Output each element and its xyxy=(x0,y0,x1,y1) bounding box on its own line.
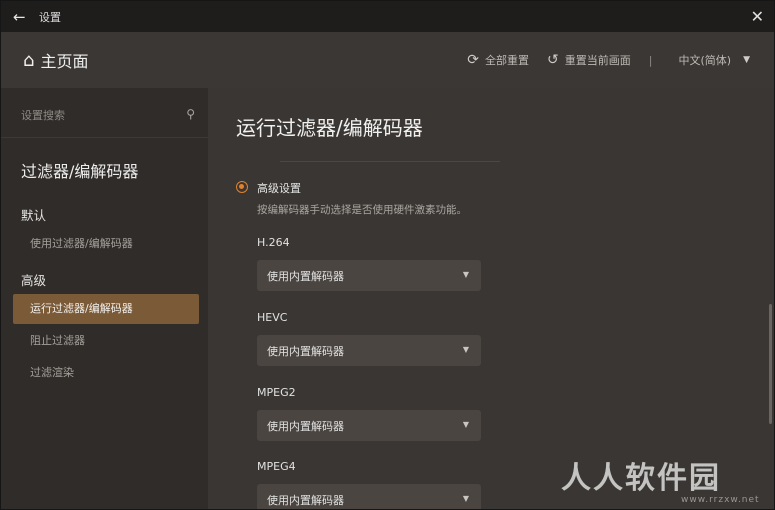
sidebar-section-title: 过滤器/编解码器 xyxy=(21,162,139,181)
sidebar-item-run-filters[interactable]: 运行过滤器/编解码器 xyxy=(13,294,199,324)
language-select[interactable]: 中文(简体) ▼ xyxy=(678,52,750,68)
sidebar-item-filter-render[interactable]: 过滤渲染 xyxy=(13,358,199,388)
advanced-settings-radio[interactable] xyxy=(236,181,248,193)
title-divider xyxy=(280,161,500,162)
reset-all-button[interactable]: ⟳ 全部重置 xyxy=(467,52,529,68)
codec-select-hevc[interactable]: 使用内置解码器 ▼ xyxy=(257,335,481,366)
advanced-settings-description: 按编解码器手动选择是否使用硬件激素功能。 xyxy=(257,204,467,216)
search-input[interactable]: 设置搜索 ⚲ xyxy=(21,104,197,126)
sidebar-item-use-filters[interactable]: 使用过滤器/编解码器 xyxy=(13,229,199,259)
codec-select-mpeg4[interactable]: 使用内置解码器 ▼ xyxy=(257,484,481,509)
refresh-icon: ⟳ xyxy=(467,52,480,68)
sidebar-item-block-filters[interactable]: 阻止过滤器 xyxy=(13,326,199,356)
codec-label-mpeg4: MPEG4 xyxy=(257,460,296,473)
codec-select-value: 使用内置解码器 xyxy=(267,344,344,358)
reset-icon: ↺ xyxy=(547,52,559,68)
back-arrow-icon[interactable]: ← xyxy=(13,8,31,26)
codec-select-value: 使用内置解码器 xyxy=(267,269,344,283)
title-bar: ← 设置 ✕ xyxy=(1,1,774,32)
sidebar-divider xyxy=(1,137,208,138)
advanced-settings-label: 高级设置 xyxy=(257,182,301,195)
header-separator: | xyxy=(648,53,653,67)
chevron-down-icon: ▼ xyxy=(743,55,750,65)
chevron-down-icon: ▼ xyxy=(462,270,469,279)
search-icon[interactable]: ⚲ xyxy=(186,107,195,121)
header-actions: ⟳ 全部重置 ↺ 重置当前画面 | 中文(简体) ▼ xyxy=(449,32,750,88)
sidebar: 设置搜索 ⚲ 过滤器/编解码器 默认 使用过滤器/编解码器 高级 运行过滤器/编… xyxy=(1,88,208,509)
codec-label-mpeg2: MPEG2 xyxy=(257,386,296,399)
window-title: 设置 xyxy=(39,10,61,24)
watermark-text: 人人软件园 xyxy=(561,461,721,496)
codec-select-mpeg2[interactable]: 使用内置解码器 ▼ xyxy=(257,410,481,441)
codec-label-h264: H.264 xyxy=(257,236,290,249)
reset-all-label: 全部重置 xyxy=(485,54,530,67)
sidebar-group-advanced: 高级 xyxy=(21,273,47,288)
main-panel: 运行过滤器/编解码器 高级设置 按编解码器手动选择是否使用硬件激素功能。 H.2… xyxy=(208,88,774,509)
codec-select-h264[interactable]: 使用内置解码器 ▼ xyxy=(257,260,481,291)
settings-window: ← 设置 ✕ ⌂ 主页面 ⟳ 全部重置 ↺ 重置当前画面 | 中文(简体) ▼ xyxy=(0,0,775,510)
scrollbar[interactable] xyxy=(769,304,772,424)
language-label: 中文(简体) xyxy=(678,54,732,67)
page-title: 运行过滤器/编解码器 xyxy=(236,116,423,140)
header: ⌂ 主页面 ⟳ 全部重置 ↺ 重置当前画面 | 中文(简体) ▼ xyxy=(1,32,774,88)
reset-current-label: 重置当前画面 xyxy=(564,54,631,67)
reset-current-button[interactable]: ↺ 重置当前画面 xyxy=(547,52,631,68)
search-placeholder: 设置搜索 xyxy=(21,109,65,122)
sidebar-group-default: 默认 xyxy=(21,208,47,223)
home-button[interactable]: ⌂ 主页面 xyxy=(23,48,88,72)
chevron-down-icon: ▼ xyxy=(462,345,469,354)
chevron-down-icon: ▼ xyxy=(462,494,469,503)
codec-label-hevc: HEVC xyxy=(257,311,288,324)
home-label: 主页面 xyxy=(40,52,89,71)
home-icon: ⌂ xyxy=(23,49,35,71)
watermark-url: www.rrzxw.net xyxy=(681,495,760,505)
close-icon[interactable]: ✕ xyxy=(751,7,764,26)
codec-select-value: 使用内置解码器 xyxy=(267,493,344,507)
codec-select-value: 使用内置解码器 xyxy=(267,419,344,433)
chevron-down-icon: ▼ xyxy=(462,420,469,429)
